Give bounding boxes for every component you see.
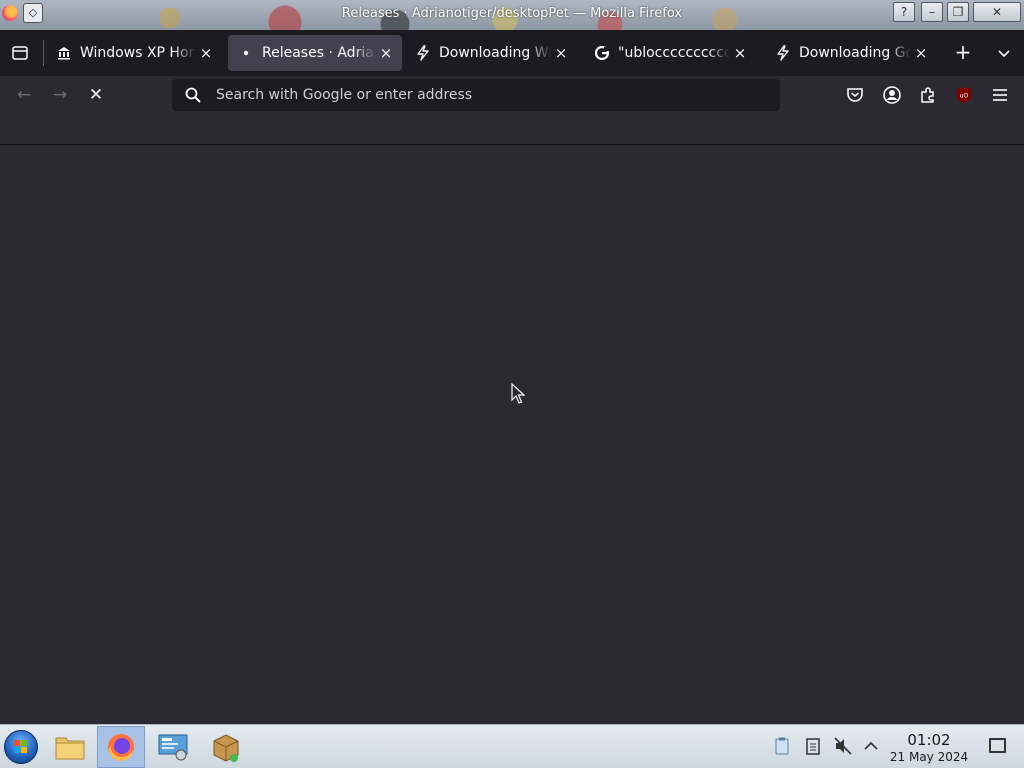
mouse-cursor-icon [511,383,525,404]
close-tab-icon[interactable]: × [911,44,931,62]
tab-label: "ublocccccccccccccc [618,45,730,61]
taskbar: 01:02 21 May 2024 [0,724,1024,768]
windows-logo-icon [14,740,27,753]
tab-strip: Windows XP Horror × Releases · Adrianoti… [0,30,1024,76]
loading-dot-icon [238,45,254,61]
tab-label: Windows XP Horror [80,45,196,61]
taskbar-file-manager[interactable] [46,726,94,768]
show-desktop-button[interactable] [989,738,1006,753]
clock[interactable]: 01:02 21 May 2024 [884,731,974,765]
start-button[interactable] [4,730,38,764]
ublock-origin-icon[interactable]: uO [954,85,974,105]
clock-date: 21 May 2024 [889,750,969,764]
close-tab-icon[interactable]: × [376,44,396,62]
help-button[interactable]: ? [893,2,915,22]
pocket-icon[interactable] [845,85,865,105]
lightning-icon [775,45,791,61]
taskbar-firefox[interactable] [97,726,145,768]
extensions-icon[interactable] [918,85,938,105]
chevron-down-icon [998,50,1010,58]
system-settings-icon [158,734,188,761]
minimize-button[interactable]: – [921,2,943,22]
page-content[interactable] [0,145,1024,724]
bookmarks-toolbar [0,114,1024,145]
account-icon[interactable] [882,85,902,105]
tab-downloading-google[interactable]: Downloading Google × [765,35,937,71]
navigation-toolbar: ← → ✕ uO [0,76,1024,114]
close-tab-icon[interactable]: × [730,44,750,62]
clipboard-tray-icon[interactable] [772,736,792,756]
hamburger-menu-icon[interactable] [990,85,1010,105]
back-button[interactable]: ← [10,81,38,109]
svg-text:uO: uO [960,93,969,100]
list-all-tabs-button[interactable] [990,39,1018,67]
file-manager-icon [55,737,85,760]
museum-icon [56,45,72,61]
stop-button[interactable]: ✕ [82,81,110,109]
close-window-button[interactable]: ✕ [973,2,1021,22]
package-installer-icon [213,734,239,762]
tab-windows-xp-horror[interactable]: Windows XP Horror × [46,35,222,71]
tab-label: Releases · Adrianotiger/desktopPet [262,45,376,61]
tab-label: Downloading Windows [439,45,551,61]
close-tab-icon[interactable]: × [196,44,216,62]
tab-releases-desktoppet[interactable]: Releases · Adrianotiger/desktopPet × [228,35,402,71]
window-titlebar[interactable]: ◇ Releases · Adrianotiger/desktopPet — M… [0,0,1024,30]
chevron-up-icon[interactable] [861,736,881,756]
url-input[interactable] [216,79,766,111]
new-tab-button[interactable]: + [949,39,977,67]
close-tab-icon[interactable]: × [551,44,571,62]
clock-time: 01:02 [907,731,951,749]
firefox-view-button[interactable] [6,39,34,67]
search-icon [185,87,201,103]
tab-separator [43,40,44,66]
forward-button[interactable]: → [46,81,74,109]
tab-label: Downloading Google [799,45,911,61]
tab-google-search[interactable]: "ublocccccccccccccc × [584,35,756,71]
taskbar-system-settings[interactable] [149,726,197,768]
address-bar[interactable] [172,79,780,111]
tab-downloading-windows[interactable]: Downloading Windows × [405,35,577,71]
lightning-icon [415,45,431,61]
taskbar-package-installer[interactable] [202,726,250,768]
google-icon [594,45,610,61]
window-title: Releases · Adrianotiger/desktopPet — Moz… [341,6,683,21]
notes-tray-icon[interactable] [803,736,823,756]
maximize-button[interactable]: ❐ [947,2,969,22]
firefox-icon [108,734,134,761]
volume-muted-icon[interactable] [833,736,853,756]
firefox-view-icon [12,46,28,60]
